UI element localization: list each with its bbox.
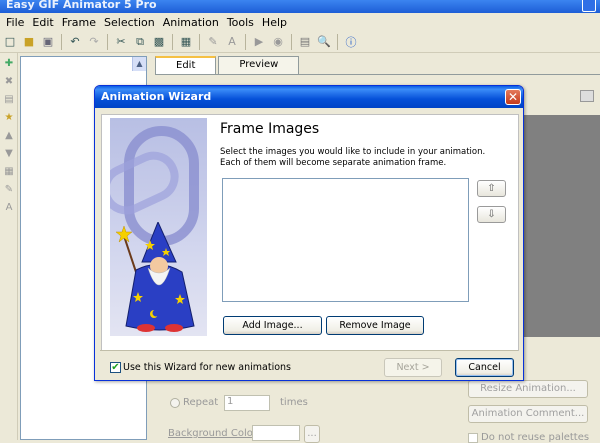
frame-tools-strip: ✚ ✖ ▤ ★ ▲ ▼ ▦ ✎ A bbox=[0, 53, 18, 440]
open-folder-icon[interactable]: ■ bbox=[21, 34, 37, 50]
undo-icon[interactable]: ↶ bbox=[67, 34, 83, 50]
toolbar: □ ■ ▣ ↶ ↷ ✂ ⧉ ▩ ▦ ✎ A ▶ ◉ ▤ 🔍 ⓘ bbox=[0, 31, 600, 53]
canvas-properties-icon[interactable] bbox=[580, 90, 594, 102]
wizard-heading: Frame Images bbox=[220, 121, 320, 137]
delete-frame-icon[interactable]: ✖ bbox=[2, 75, 16, 89]
repeat-label: Repeat bbox=[183, 397, 219, 408]
canvas-area[interactable] bbox=[524, 115, 600, 337]
menu-file[interactable]: File bbox=[2, 16, 28, 29]
play-icon[interactable]: ▶ bbox=[251, 34, 267, 50]
text-tool-icon[interactable]: A bbox=[2, 201, 16, 215]
times-label: times bbox=[280, 397, 308, 408]
editor-tabs: Edit Preview bbox=[155, 56, 301, 74]
menu-selection[interactable]: Selection bbox=[100, 16, 159, 29]
menu-edit[interactable]: Edit bbox=[28, 16, 57, 29]
insert-frame-icon[interactable]: ★ bbox=[2, 111, 16, 125]
menu-frame[interactable]: Frame bbox=[58, 16, 100, 29]
add-image-button[interactable]: Add Image... bbox=[223, 316, 322, 335]
redo-icon[interactable]: ↷ bbox=[86, 34, 102, 50]
use-wizard-label: Use this Wizard for new animations bbox=[123, 362, 291, 373]
toolbar-separator bbox=[107, 33, 108, 50]
add-frame-icon[interactable]: ✚ bbox=[2, 57, 16, 71]
background-color-swatch[interactable] bbox=[252, 425, 300, 441]
new-icon[interactable]: □ bbox=[2, 34, 18, 50]
paste-icon[interactable]: ▩ bbox=[151, 34, 167, 50]
animation-comment-button[interactable]: Animation Comment... bbox=[468, 405, 588, 423]
arrow-down-icon: ⇩ bbox=[487, 209, 496, 220]
menu-tools[interactable]: Tools bbox=[223, 16, 258, 29]
copy-icon[interactable]: ⧉ bbox=[132, 34, 148, 50]
remove-image-button[interactable]: Remove Image bbox=[326, 316, 424, 335]
reuse-palettes-label: Do not reuse palettes bbox=[481, 432, 590, 443]
wand-icon[interactable]: ✎ bbox=[2, 183, 16, 197]
app-title: Easy GIF Animator 5 Pro bbox=[6, 0, 157, 11]
preview-icon[interactable]: ◉ bbox=[270, 34, 286, 50]
next-button[interactable]: Next > bbox=[384, 358, 442, 377]
cancel-button[interactable]: Cancel bbox=[455, 358, 514, 377]
save-icon[interactable]: ▣ bbox=[40, 34, 56, 50]
toolbar-separator bbox=[172, 33, 173, 50]
frame-images-list[interactable] bbox=[222, 178, 469, 302]
toolbar-separator bbox=[199, 33, 200, 50]
tab-edit[interactable]: Edit bbox=[155, 56, 217, 74]
toolbar-separator bbox=[245, 33, 246, 50]
resize-animation-button[interactable]: Resize Animation... bbox=[468, 380, 588, 398]
menu-animation[interactable]: Animation bbox=[159, 16, 223, 29]
toolbar-separator bbox=[337, 33, 338, 50]
image-tool-icon[interactable]: ▦ bbox=[2, 165, 16, 179]
toolbar-separator bbox=[291, 33, 292, 50]
background-color-label: Background Color: bbox=[168, 428, 261, 439]
dialog-divider bbox=[100, 350, 518, 351]
image-icon[interactable]: ▤ bbox=[297, 34, 313, 50]
help-icon[interactable]: ⓘ bbox=[343, 34, 359, 50]
reuse-palettes-checkbox[interactable] bbox=[468, 433, 478, 443]
move-down-icon[interactable]: ▼ bbox=[2, 147, 16, 161]
minimize-button[interactable] bbox=[582, 0, 596, 12]
move-image-up-button[interactable]: ⇧ bbox=[477, 180, 506, 197]
tab-preview[interactable]: Preview bbox=[218, 56, 300, 74]
use-wizard-checkbox[interactable]: ✔ bbox=[110, 362, 121, 373]
repeat-count-input[interactable]: 1 bbox=[224, 395, 270, 411]
scroll-up-button[interactable]: ▲ bbox=[132, 57, 146, 71]
menubar: File Edit Frame Selection Animation Tool… bbox=[0, 13, 600, 31]
wizard-illustration bbox=[110, 118, 207, 336]
move-up-icon[interactable]: ▲ bbox=[2, 129, 16, 143]
wizard-character-icon bbox=[115, 222, 195, 332]
cut-icon[interactable]: ✂ bbox=[113, 34, 129, 50]
dialog-titlebar: Animation Wizard ✕ bbox=[95, 86, 523, 108]
browse-color-button[interactable]: ... bbox=[304, 425, 320, 443]
zoom-icon[interactable]: 🔍 bbox=[316, 34, 332, 50]
app-titlebar: Easy GIF Animator 5 Pro bbox=[0, 0, 600, 13]
dialog-title: Animation Wizard bbox=[101, 90, 212, 103]
arrow-up-icon: ⇧ bbox=[487, 183, 496, 194]
duplicate-frame-icon[interactable]: ▤ bbox=[2, 93, 16, 107]
move-image-down-button[interactable]: ⇩ bbox=[477, 206, 506, 223]
menu-help[interactable]: Help bbox=[258, 16, 291, 29]
close-button[interactable]: ✕ bbox=[505, 89, 521, 105]
toolbar-separator bbox=[61, 33, 62, 50]
crop-icon[interactable]: ▦ bbox=[178, 34, 194, 50]
wizard-description: Select the images you would like to incl… bbox=[220, 147, 486, 168]
text-icon[interactable]: A bbox=[224, 34, 240, 50]
brush-icon[interactable]: ✎ bbox=[205, 34, 221, 50]
repeat-radio[interactable] bbox=[170, 398, 180, 408]
